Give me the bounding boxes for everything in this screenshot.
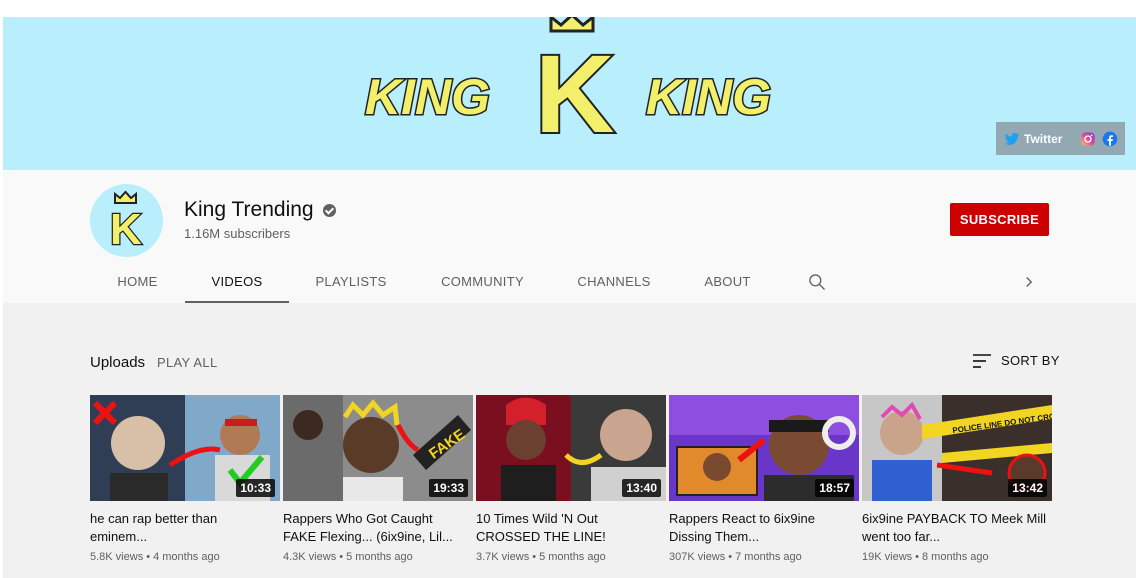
channel-name: King Trending (184, 198, 336, 222)
tab-community[interactable]: COMMUNITY (413, 260, 552, 303)
video-card[interactable]: 13:40 10 Times Wild 'N Out CROSSED THE L… (476, 395, 666, 563)
video-card[interactable]: POLICE LINE DO NOT CROSS 13:42 6ix9ine P… (862, 395, 1052, 563)
video-views: 19K views (862, 551, 913, 563)
avatar-letter: K (110, 205, 142, 254)
channel-avatar[interactable]: K (90, 184, 163, 257)
twitter-link-label: Twitter (1024, 131, 1063, 146)
video-grid: 10:33 he can rap better than eminem... 5… (90, 395, 1052, 563)
video-thumbnail[interactable]: 13:40 (476, 395, 666, 501)
sort-by-label: SORT BY (1001, 353, 1060, 368)
subscriber-count: 1.16M subscribers (184, 226, 291, 241)
youtube-channel-page: KING K KING Twitter K King Trending 1.16… (0, 0, 1136, 578)
channel-search-icon[interactable] (807, 272, 827, 292)
video-views: 4.3K views (283, 551, 337, 563)
banner-logo-text-right: KING (646, 69, 771, 125)
videos-section: Uploads PLAY ALL SORT BY 10:33 he can ra… (3, 303, 1136, 578)
video-meta: 4.3K views • 5 months ago (283, 551, 413, 563)
banner-logo-text-left: KING (365, 69, 490, 125)
verified-badge-icon (322, 203, 336, 217)
video-thumbnail[interactable]: 10:33 (90, 395, 280, 501)
video-views: 3.7K views (476, 551, 530, 563)
channel-tabs: HOME VIDEOS PLAYLISTS COMMUNITY CHANNELS… (90, 260, 779, 303)
instagram-icon[interactable] (1080, 131, 1096, 147)
video-meta: 307K views • 7 months ago (669, 551, 802, 563)
video-thumbnail[interactable]: POLICE LINE DO NOT CROSS 13:42 (862, 395, 1052, 501)
tab-home[interactable]: HOME (90, 260, 185, 303)
video-age: 4 months ago (153, 551, 220, 563)
channel-banner-logo: KING K KING (364, 17, 773, 157)
video-views: 5.8K views (90, 551, 144, 563)
tab-playlists[interactable]: PLAYLISTS (289, 260, 413, 303)
video-meta: 19K views • 8 months ago (862, 551, 989, 563)
twitter-link[interactable]: Twitter (1004, 131, 1062, 147)
video-thumbnail[interactable]: FAKE 19:33 (283, 395, 473, 501)
video-title[interactable]: 10 Times Wild 'N Out CROSSED THE LINE! (476, 510, 666, 546)
channel-header: K King Trending 1.16M subscribers SUBSCR… (3, 170, 1136, 303)
banner-social-links: Twitter (996, 122, 1125, 155)
avatar-logo-icon: K (109, 190, 143, 255)
banner-crown-icon (549, 17, 595, 33)
video-age: 7 months ago (735, 551, 802, 563)
video-card[interactable]: 18:57 Rappers React to 6ix9ine Dissing T… (669, 395, 859, 563)
tab-videos[interactable]: VIDEOS (185, 260, 289, 303)
video-title[interactable]: 6ix9ine PAYBACK TO Meek Mill went too fa… (862, 510, 1052, 546)
chevron-right-icon[interactable] (1020, 272, 1038, 292)
video-meta: 3.7K views • 5 months ago (476, 551, 606, 563)
video-age: 5 months ago (539, 551, 606, 563)
video-meta: 5.8K views • 4 months ago (90, 551, 220, 563)
banner-logo-letter: K (535, 33, 614, 156)
video-views: 307K views (669, 551, 726, 563)
subscribe-button[interactable]: SUBSCRIBE (950, 203, 1049, 236)
play-all-button[interactable]: PLAY ALL (157, 355, 217, 370)
video-thumbnail[interactable]: 18:57 (669, 395, 859, 501)
video-duration: 10:33 (236, 479, 275, 497)
video-duration: 18:57 (815, 479, 854, 497)
tab-channels[interactable]: CHANNELS (552, 260, 676, 303)
video-title[interactable]: Rappers React to 6ix9ine Dissing Them... (669, 510, 859, 546)
channel-name-text: King Trending (184, 198, 314, 221)
sort-by-button[interactable]: SORT BY (973, 353, 1060, 368)
video-duration: 19:33 (429, 479, 468, 497)
video-card[interactable]: 10:33 he can rap better than eminem... 5… (90, 395, 280, 563)
channel-banner: KING K KING Twitter (3, 17, 1136, 170)
sort-icon (973, 353, 991, 368)
uploads-title: Uploads (90, 354, 146, 371)
video-age: 8 months ago (922, 551, 989, 563)
video-card[interactable]: FAKE 19:33 Rappers Who Got Caught FAKE F… (283, 395, 473, 563)
video-title[interactable]: Rappers Who Got Caught FAKE Flexing... (… (283, 510, 473, 546)
tab-about[interactable]: ABOUT (676, 260, 779, 303)
video-title[interactable]: he can rap better than eminem... (90, 510, 280, 546)
video-age: 5 months ago (346, 551, 413, 563)
twitter-icon (1004, 132, 1020, 145)
facebook-icon[interactable] (1102, 131, 1118, 147)
video-duration: 13:40 (622, 479, 661, 497)
video-duration: 13:42 (1008, 479, 1047, 497)
